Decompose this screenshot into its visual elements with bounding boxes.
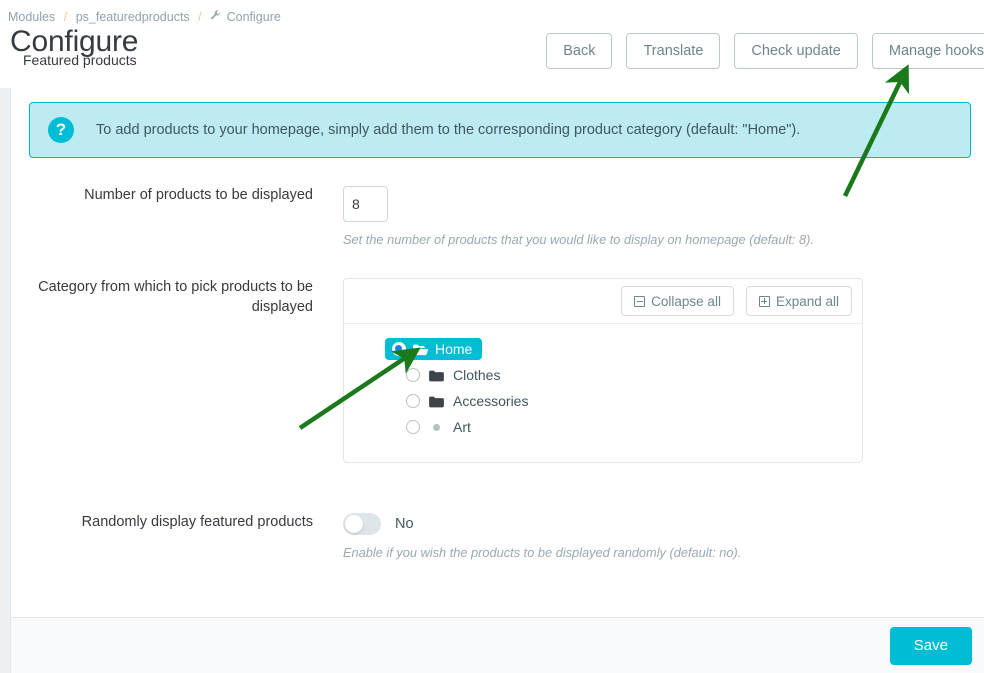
- tree-radio-accessories[interactable]: [406, 394, 420, 408]
- tree-node[interactable]: Clothes: [406, 367, 500, 383]
- tree-item-art[interactable]: Art: [344, 414, 862, 440]
- wrench-icon: [210, 10, 221, 24]
- tree-label-clothes: Clothes: [453, 367, 501, 383]
- page-title-block: Configure Featured products: [10, 26, 138, 68]
- manage-hooks-button[interactable]: Manage hooks: [871, 33, 984, 69]
- breadcrumb-item-module[interactable]: ps_featuredproducts: [76, 10, 190, 24]
- breadcrumb-separator: /: [63, 10, 68, 24]
- page-subtitle: Featured products: [23, 51, 137, 68]
- expand-all-label: Expand all: [775, 293, 839, 309]
- row-category-tree: Category from which to pick products to …: [11, 278, 863, 463]
- info-alert: ? To add products to your homepage, simp…: [29, 102, 971, 158]
- card-footer: Save: [11, 617, 984, 673]
- category-tree-panel: Collapse all Expand all Home Clothes Acc…: [343, 278, 863, 463]
- minus-square-icon: [634, 295, 646, 307]
- collapse-all-button[interactable]: Collapse all: [621, 286, 734, 316]
- tree-item-home[interactable]: Home: [344, 336, 862, 362]
- open-folder-icon: [413, 343, 429, 356]
- number-of-products-control: Set the number of products that you woul…: [343, 186, 814, 247]
- tree-radio-home[interactable]: [392, 342, 406, 356]
- tree-radio-clothes[interactable]: [406, 368, 420, 382]
- configure-form-card: ? To add products to your homepage, simp…: [10, 88, 984, 673]
- number-of-products-help: Set the number of products that you woul…: [343, 232, 814, 247]
- tree-item-accessories[interactable]: Accessories: [344, 388, 862, 414]
- tree-label-accessories: Accessories: [453, 393, 529, 409]
- random-display-toggle-value: No: [395, 516, 414, 532]
- number-of-products-label: Number of products to be displayed: [84, 187, 313, 203]
- folder-icon: [429, 369, 444, 382]
- breadcrumb: Modules / ps_featuredproducts / Configur…: [8, 10, 281, 24]
- random-display-control: No Enable if you wish the products to be…: [343, 513, 741, 560]
- expand-all-button[interactable]: Expand all: [745, 286, 852, 316]
- breadcrumb-separator: /: [198, 10, 202, 24]
- random-display-help: Enable if you wish the products to be di…: [343, 545, 742, 560]
- row-random-display: Randomly display featured products No En…: [11, 513, 741, 560]
- tree-node-selected[interactable]: Home: [385, 338, 483, 360]
- translate-button[interactable]: Translate: [626, 33, 721, 69]
- random-display-toggle-row: No: [343, 513, 741, 535]
- page-header: Modules / ps_featuredproducts / Configur…: [0, 0, 984, 88]
- question-circle-icon: ?: [48, 117, 74, 143]
- folder-icon: [429, 395, 444, 408]
- left-rail: [0, 88, 10, 673]
- check-update-button[interactable]: Check update: [734, 33, 858, 69]
- category-tree-body: Home Clothes Accessories Art: [344, 324, 862, 462]
- tree-label-art: Art: [453, 419, 471, 435]
- category-tree-label: Category from which to pick products to …: [38, 279, 313, 315]
- leaf-dot-icon: [433, 423, 440, 431]
- page-root: Modules / ps_featuredproducts / Configur…: [0, 0, 984, 673]
- plus-square-icon: [758, 295, 770, 307]
- breadcrumb-item-modules[interactable]: Modules: [8, 10, 55, 24]
- number-of-products-input[interactable]: [343, 186, 388, 222]
- row-number-of-products: Number of products to be displayed Set t…: [11, 186, 814, 247]
- breadcrumb-item-current: Configure: [226, 10, 281, 24]
- info-alert-text: To add products to your homepage, simply…: [96, 122, 801, 138]
- back-button[interactable]: Back: [546, 33, 613, 69]
- category-tree-control: Collapse all Expand all Home Clothes Acc…: [343, 278, 863, 463]
- tree-item-clothes[interactable]: Clothes: [344, 362, 862, 388]
- tree-node[interactable]: Art: [406, 419, 471, 435]
- tree-node[interactable]: Accessories: [406, 393, 528, 409]
- header-actions: Back Translate Check update Manage hooks: [546, 33, 984, 69]
- tree-label-home: Home: [435, 341, 473, 357]
- random-display-toggle[interactable]: [343, 513, 381, 535]
- collapse-all-label: Collapse all: [651, 293, 721, 309]
- category-tree-toolbar: Collapse all Expand all: [344, 279, 862, 324]
- random-display-label: Randomly display featured products: [81, 514, 313, 530]
- tree-radio-art[interactable]: [406, 420, 420, 434]
- save-button[interactable]: Save: [889, 626, 972, 665]
